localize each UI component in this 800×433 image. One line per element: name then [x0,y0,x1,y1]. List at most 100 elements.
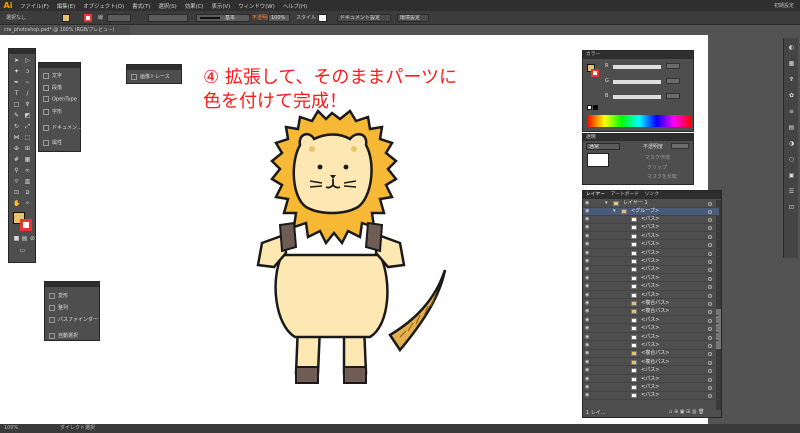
layer-item-row[interactable]: ◉ <パス> [583,376,719,384]
layer-item-row[interactable]: ◉ <パス> [583,342,719,350]
color-value-r[interactable] [666,63,680,69]
document-tab[interactable]: cre_photoshop.psd* @ 100% (RGB/プレビュー) [0,26,130,35]
color-stroke-swatch[interactable] [591,69,599,77]
layer-row-top[interactable]: ◉ ▾ レイヤー 1 [583,200,719,208]
fill-swatch[interactable] [62,14,70,22]
tools-panel-header[interactable] [9,49,35,54]
color-black-chip[interactable] [593,105,598,110]
layer-item-visibility-icon[interactable]: ◉ [585,342,589,349]
zoom-tool-icon[interactable]: ⚬ [24,200,31,207]
graph-tool-icon[interactable]: ▥ [24,178,31,185]
layer-item-visibility-icon[interactable]: ◉ [585,392,589,399]
layer-item-visibility-icon[interactable]: ◉ [585,376,589,383]
dock-swatches-icon[interactable]: ▦ [788,60,795,67]
layer-item-visibility-icon[interactable]: ◉ [585,241,589,248]
rotate-tool-icon[interactable]: ↻ [13,123,20,130]
layer-item-visibility-icon[interactable]: ◉ [585,292,589,299]
layer-item-target-icon[interactable] [708,243,712,248]
layer-visibility-icon[interactable]: ◉ [585,200,589,207]
layer-item-target-icon[interactable] [708,360,712,365]
magic-wand-tool-icon[interactable]: ✦ [13,68,20,75]
gradient-tool-icon[interactable]: ▦ [24,156,31,163]
layer-target-icon[interactable] [708,202,712,206]
opacity-field[interactable]: 100% [268,14,290,22]
layer-item-visibility-icon[interactable]: ◉ [585,367,589,374]
layer-item-target-icon[interactable] [708,218,712,222]
layer-item-target-icon[interactable] [708,344,712,348]
layers-footer-icons[interactable]: ▫ ⊕ ▣ ⊞ ▥ 🗑 [669,409,705,415]
layer-item-row[interactable]: ◉ <パス> [583,334,719,342]
layer-item-visibility-icon[interactable]: ◉ [585,334,589,341]
panel-document-info[interactable]: ドキュメン... [43,124,82,131]
group-expand-icon[interactable]: ▾ [613,208,616,215]
layer-item-row[interactable]: ◉ <複合パス> [583,300,719,308]
color-slider-b[interactable] [613,95,661,99]
panel-pathfinder[interactable]: パスファインダー [49,316,98,323]
color-panel-tab[interactable]: カラー [583,51,693,59]
layer-item-row[interactable]: ◉ <パス> [583,317,719,325]
dock-layers-icon[interactable]: ☰ [788,188,795,195]
free-transform-tool-icon[interactable]: ⬚ [24,134,31,141]
layer-item-row[interactable]: ◉ <複合パス> [583,359,719,367]
panel-paragraph[interactable]: 段落 [43,84,62,91]
layer-item-target-icon[interactable] [708,260,712,264]
layer-item-visibility-icon[interactable]: ◉ [585,350,589,357]
layer-item-row[interactable]: ◉ <複合パス> [583,308,719,316]
layer-item-target-icon[interactable] [708,386,712,390]
lasso-tool-icon[interactable]: ↄ [24,68,31,75]
hand-tool-icon[interactable]: ✋ [13,200,20,207]
menu-object[interactable]: オブジェクト(O) [79,2,128,10]
layer-item-visibility-icon[interactable]: ◉ [585,233,589,240]
layer-item-visibility-icon[interactable]: ◉ [585,359,589,366]
layer-item-target-icon[interactable] [708,226,712,231]
color-white-chip[interactable] [587,105,592,110]
layer-item-visibility-icon[interactable]: ◉ [585,283,589,290]
layer-item-target-icon[interactable] [708,234,712,239]
menu-select[interactable]: 選択(S) [154,2,180,10]
layer-item-target-icon[interactable] [708,394,712,399]
tab-links[interactable]: リンク [645,192,659,197]
symbol-sprayer-tool-icon[interactable]: ☼ [13,178,20,185]
pen-tool-icon[interactable]: ✒ [13,79,20,86]
group-target-icon[interactable] [708,210,712,214]
stroke-color-icon[interactable] [20,219,32,231]
lion-illustration[interactable] [240,105,460,390]
scale-tool-icon[interactable]: ⤢ [24,123,31,130]
layer-item-target-icon[interactable] [708,268,712,273]
layer-item-visibility-icon[interactable]: ◉ [585,250,589,257]
screen-mode-icon[interactable]: ▭ [19,247,26,254]
layer-item-target-icon[interactable] [708,293,712,298]
preferences-button[interactable]: 環境設定 [397,14,429,22]
color-slider-r[interactable] [613,65,661,69]
panel-align[interactable]: 整列 [49,304,68,311]
transparency-opacity-field[interactable] [671,143,689,149]
width-tool-icon[interactable]: ⋈ [13,134,20,141]
color-value-g[interactable] [666,78,680,84]
menu-window[interactable]: ウィンドウ(W) [234,2,279,10]
panel-transform[interactable]: 変形 [49,292,68,299]
image-trace-button[interactable]: 画像トレース [131,73,170,80]
dock-stroke-icon[interactable]: ≡ [788,108,795,115]
artboard-tool-icon[interactable]: ⊡ [13,189,20,196]
eyedropper-tool-icon[interactable]: ⚲ [13,167,20,174]
layer-item-visibility-icon[interactable]: ◉ [585,216,589,223]
dock-artboards-icon[interactable]: ⊡ [788,204,795,211]
layer-item-target-icon[interactable] [708,318,712,323]
transparency-thumbnail[interactable] [587,153,609,167]
type-panel-header[interactable] [39,63,80,68]
gradient-mode-icon[interactable]: ▤ [21,235,28,242]
color-spectrum[interactable] [587,115,691,127]
layer-item-visibility-icon[interactable]: ◉ [585,325,589,332]
layer-item-visibility-icon[interactable]: ◉ [585,275,589,282]
layer-item-target-icon[interactable] [708,285,712,290]
layer-item-row[interactable]: ◉ <パス> [583,216,719,224]
tab-layers[interactable]: レイヤー [586,192,605,197]
eraser-tool-icon[interactable]: ◩ [24,112,31,119]
color-mode-icon[interactable]: ■ [13,235,20,242]
line-tool-icon[interactable]: / [24,90,31,97]
layer-item-visibility-icon[interactable]: ◉ [585,317,589,324]
color-slider-g[interactable] [613,80,661,84]
zoom-level[interactable]: 100% [4,424,18,433]
panel-opentype[interactable]: OpenType [43,96,77,103]
layer-item-row[interactable]: ◉ <パス> [583,384,719,392]
